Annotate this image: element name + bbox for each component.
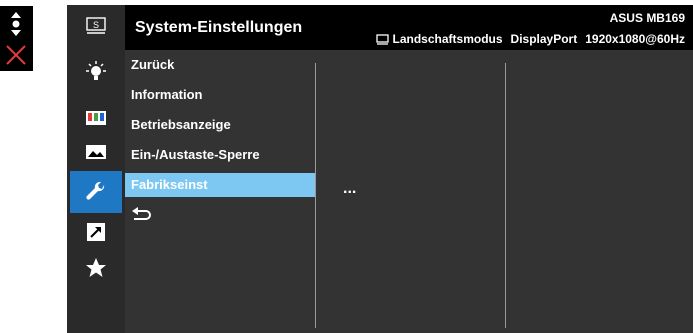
color-icon — [86, 111, 106, 125]
category-color[interactable] — [77, 103, 115, 133]
osd-menu: S System-Einstellungen ASUS MB169 Landsc… — [67, 5, 693, 333]
menu-item-power-indicator[interactable]: Betriebsanzeige — [131, 113, 231, 137]
input-source: DisplayPort — [510, 32, 578, 46]
submenu-placeholder: ... — [343, 180, 357, 197]
close-icon[interactable] — [4, 43, 28, 67]
status-line: Landschaftsmodus DisplayPort 1920x1080@6… — [375, 32, 685, 46]
menu-item-information[interactable]: Information — [131, 83, 203, 107]
return-arrow-icon — [132, 207, 151, 220]
shortcut-icon — [87, 223, 105, 241]
osd-header: System-Einstellungen ASUS MB169 Landscha… — [125, 5, 693, 50]
svg-text:S: S — [93, 20, 99, 30]
menu-item-factory-reset[interactable]: Fabrikseinst — [125, 173, 315, 197]
monitor-model: ASUS MB169 — [609, 11, 685, 25]
submenu-panel: ... — [315, 50, 505, 333]
category-image[interactable] — [77, 137, 115, 167]
menu-item-return[interactable] — [131, 204, 153, 228]
category-myfavorite[interactable] — [77, 253, 115, 283]
resolution: 1920x1080@60Hz — [585, 32, 685, 46]
hardware-key-guide — [0, 6, 33, 71]
panel-divider — [315, 63, 316, 328]
menu-item-back[interactable]: Zurück — [131, 53, 174, 77]
category-system-setup[interactable] — [70, 171, 122, 213]
system-setup-icon — [86, 181, 105, 200]
category-icon-bar: S — [67, 5, 125, 333]
value-panel — [505, 50, 693, 333]
monitor-icon — [375, 33, 389, 45]
page-title: System-Einstellungen — [135, 19, 303, 36]
image-icon — [86, 145, 106, 159]
menu-item-power-key-lock[interactable]: Ein-/Austaste-Sperre — [131, 143, 260, 167]
category-shortcut[interactable] — [77, 217, 115, 247]
orientation-mode: Landschaftsmodus — [392, 32, 503, 46]
splendid-icon: S — [86, 17, 106, 34]
navigation-key-icon[interactable] — [6, 10, 26, 40]
category-blue-light-filter[interactable] — [77, 57, 115, 87]
category-splendid[interactable]: S — [77, 11, 115, 41]
blue-light-filter-icon — [86, 61, 106, 80]
menu-panel: Zurück Information Betriebsanzeige Ein-/… — [125, 50, 315, 333]
myfavorite-icon — [86, 258, 106, 277]
panel-divider — [505, 63, 506, 328]
